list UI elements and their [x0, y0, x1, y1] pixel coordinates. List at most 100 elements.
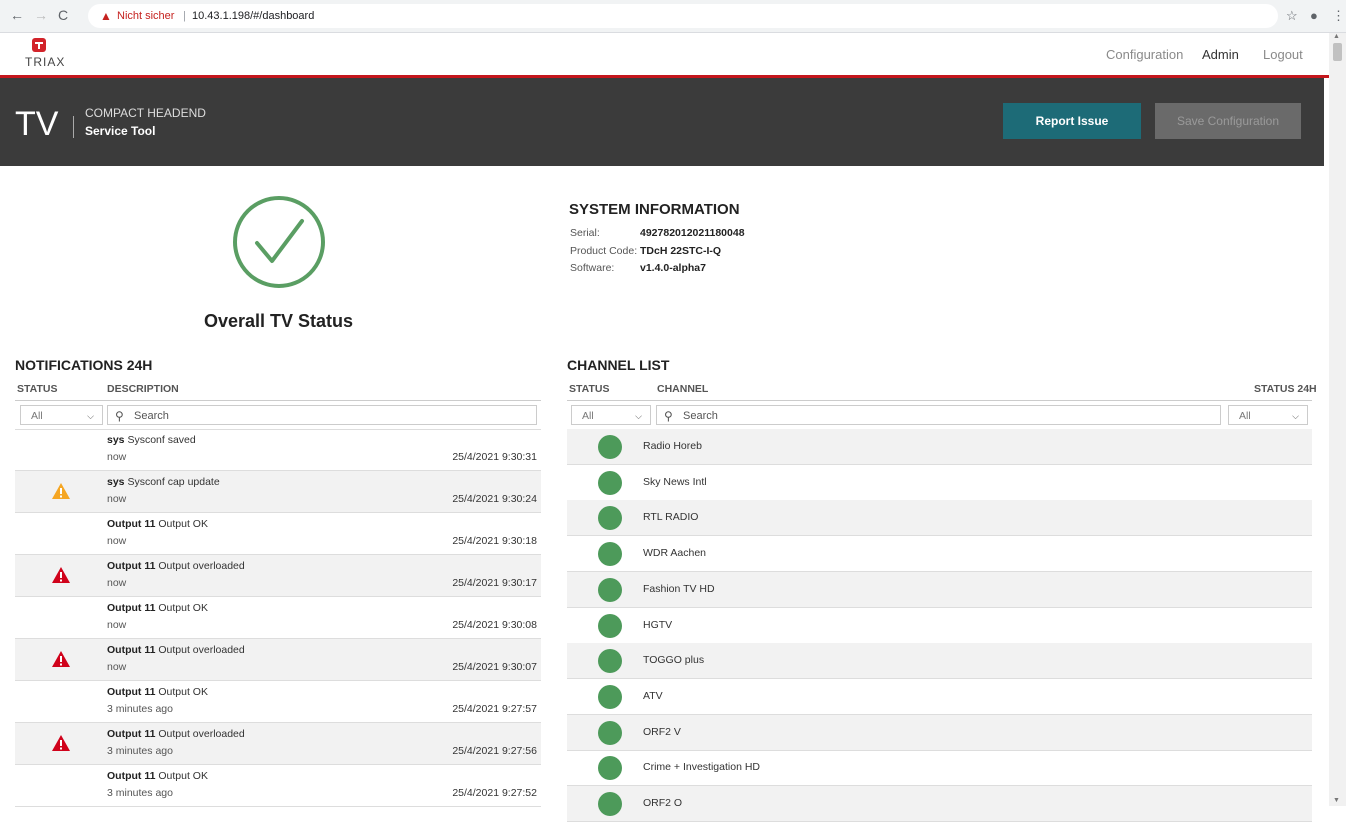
banner-tv-label: TV	[15, 105, 59, 143]
notifications-search-input[interactable]: ⚲ Search	[107, 405, 537, 425]
notifications-col-description[interactable]: DESCRIPTION	[107, 383, 179, 395]
channels-col-status24[interactable]: STATUS 24H	[1254, 383, 1317, 395]
nav-logout[interactable]: Logout	[1263, 47, 1303, 62]
notification-row[interactable]: Output 11 Output overloaded now 25/4/2021 …	[15, 555, 541, 597]
notification-source: Output 11	[107, 644, 156, 656]
nav-admin[interactable]: Admin	[1202, 47, 1239, 62]
channel-status-ok-icon	[598, 542, 622, 566]
notification-timestamp: 25/4/2021 9:27:57	[452, 703, 537, 715]
notification-message: Output OK	[158, 602, 208, 614]
notification-message: Output overloaded	[158, 644, 245, 656]
notification-row[interactable]: Output 11 Output OK 3 minutes ago 25/4/202…	[15, 765, 541, 807]
channels-col-status[interactable]: STATUS	[569, 383, 609, 395]
channel-row[interactable]: HGTV	[567, 608, 1312, 644]
url-separator: |	[183, 10, 186, 22]
channels-col-channel[interactable]: CHANNEL	[657, 383, 708, 395]
channels-status-filter[interactable]: All ⌵	[571, 405, 651, 425]
back-icon[interactable]: ←	[10, 7, 24, 23]
notification-timestamp: 25/4/2021 9:30:18	[452, 535, 537, 547]
system-info-key: Serial:	[570, 227, 600, 239]
notifications-title: NOTIFICATIONS 24H	[15, 357, 153, 373]
notification-timestamp: 25/4/2021 9:30:07	[452, 661, 537, 673]
page-scrollbar[interactable]: ▲ ▼	[1329, 33, 1346, 806]
banner-title: Service Tool	[85, 124, 156, 138]
report-issue-button[interactable]: Report Issue	[1003, 103, 1141, 139]
notification-row[interactable]: sys Sysconf cap update now 25/4/2021 9:30:…	[15, 471, 541, 513]
system-info-key: Product Code:	[570, 245, 638, 257]
notification-source: Output 11	[107, 518, 156, 530]
notification-age: now	[107, 493, 127, 505]
error-icon	[52, 567, 70, 583]
triax-logo-icon[interactable]	[32, 38, 46, 52]
notification-row[interactable]: Output 11 Output OK now 25/4/2021 9:30:08	[15, 597, 541, 639]
channels-status24-filter-value: All	[1239, 410, 1251, 422]
notification-age: now	[107, 451, 127, 463]
channel-status-ok-icon	[598, 506, 622, 530]
channel-row[interactable]: Fashion TV HD	[567, 572, 1312, 608]
channel-row[interactable]: TOGGO plus	[567, 643, 1312, 679]
channel-row[interactable]: Crime + Investigation HD	[567, 750, 1312, 786]
notification-age: 3 minutes ago	[107, 745, 173, 757]
notification-timestamp: 25/4/2021 9:30:17	[452, 577, 537, 589]
channel-status-ok-icon	[598, 721, 622, 745]
system-info-value: TDcH 22STC-I-Q	[640, 245, 722, 257]
warning-icon: ▲	[100, 9, 112, 23]
notification-message: Output OK	[158, 770, 208, 782]
channel-row[interactable]: Sky News Intl	[567, 465, 1312, 501]
url-text[interactable]: 10.43.1.198/#/dashboard	[192, 4, 314, 28]
notifications-status-filter[interactable]: All ⌵	[20, 405, 103, 425]
notification-message: Output overloaded	[158, 728, 245, 740]
nav-configuration[interactable]: Configuration	[1106, 47, 1183, 62]
channel-row[interactable]: ATV	[567, 679, 1312, 715]
security-warning[interactable]: Nicht sicher	[117, 4, 174, 28]
scroll-thumb[interactable]	[1333, 43, 1342, 61]
scroll-up-icon[interactable]: ▲	[1333, 33, 1340, 40]
channel-row[interactable]: RTL RADIO	[567, 500, 1312, 536]
notifications-col-status[interactable]: STATUS	[17, 383, 57, 395]
reload-icon[interactable]: C	[58, 7, 68, 23]
forward-icon[interactable]: →	[34, 7, 48, 23]
system-info-key: Software:	[570, 262, 615, 274]
notification-age: 3 minutes ago	[107, 787, 173, 799]
notification-message: Sysconf cap update	[127, 476, 220, 488]
notification-timestamp: 25/4/2021 9:27:52	[452, 787, 537, 799]
channel-row[interactable]: Radio Horeb	[567, 429, 1312, 465]
notification-timestamp: 25/4/2021 9:30:24	[452, 493, 537, 505]
channel-row[interactable]: ORF2 O	[567, 786, 1312, 822]
notification-row[interactable]: Output 11 Output OK 3 minutes ago 25/4/202…	[15, 681, 541, 723]
channel-name: TOGGO plus	[643, 654, 705, 666]
notification-age: now	[107, 535, 127, 547]
notification-source: Output 11	[107, 686, 156, 698]
notification-row[interactable]: sys Sysconf saved now 25/4/2021 9:30:31	[15, 429, 541, 471]
notification-title: Output 11 Output OK	[107, 518, 208, 530]
channel-status-ok-icon	[598, 649, 622, 673]
notification-source: Output 11	[107, 728, 156, 740]
channels-filter-bar: All ⌵ ⚲ Search All ⌵	[567, 400, 1312, 430]
notification-timestamp: 25/4/2021 9:30:08	[452, 619, 537, 631]
channels-status24-filter[interactable]: All ⌵	[1228, 405, 1308, 425]
notification-title: sys Sysconf cap update	[107, 476, 220, 488]
chevron-down-icon: ⌵	[1292, 411, 1299, 421]
channel-name: ORF2 O	[643, 797, 683, 809]
brand-logo[interactable]: TRIAX	[25, 55, 65, 69]
channel-row[interactable]: WDR Aachen	[567, 536, 1312, 572]
notification-row[interactable]: Output 11 Output overloaded 3 minutes ago…	[15, 723, 541, 765]
channel-status-ok-icon	[598, 435, 622, 459]
notification-message: Output OK	[158, 518, 208, 530]
channel-name: HGTV	[643, 619, 673, 631]
notifications-search-placeholder: Search	[134, 410, 169, 422]
menu-icon[interactable]: ⋮	[1332, 8, 1345, 24]
browser-toolbar: ← → C ▲ Nicht sicher | 10.43.1.198/#/das…	[0, 0, 1346, 33]
channel-name: ORF2 V	[643, 726, 681, 738]
notification-row[interactable]: Output 11 Output overloaded now 25/4/2021 …	[15, 639, 541, 681]
profile-icon[interactable]: ●	[1310, 8, 1318, 23]
address-bar[interactable]: ▲ Nicht sicher | 10.43.1.198/#/dashboard	[88, 4, 1278, 28]
channels-search-placeholder: Search	[683, 410, 718, 422]
notification-row[interactable]: Output 11 Output OK now 25/4/2021 9:30:18	[15, 513, 541, 555]
bookmark-star-icon[interactable]: ☆	[1286, 8, 1298, 24]
channel-row[interactable]: ORF2 V	[567, 715, 1312, 751]
scroll-down-icon[interactable]: ▼	[1333, 797, 1340, 804]
save-configuration-button[interactable]: Save Configuration	[1155, 103, 1301, 139]
notification-source: Output 11	[107, 602, 156, 614]
channels-search-input[interactable]: ⚲ Search	[656, 405, 1221, 425]
